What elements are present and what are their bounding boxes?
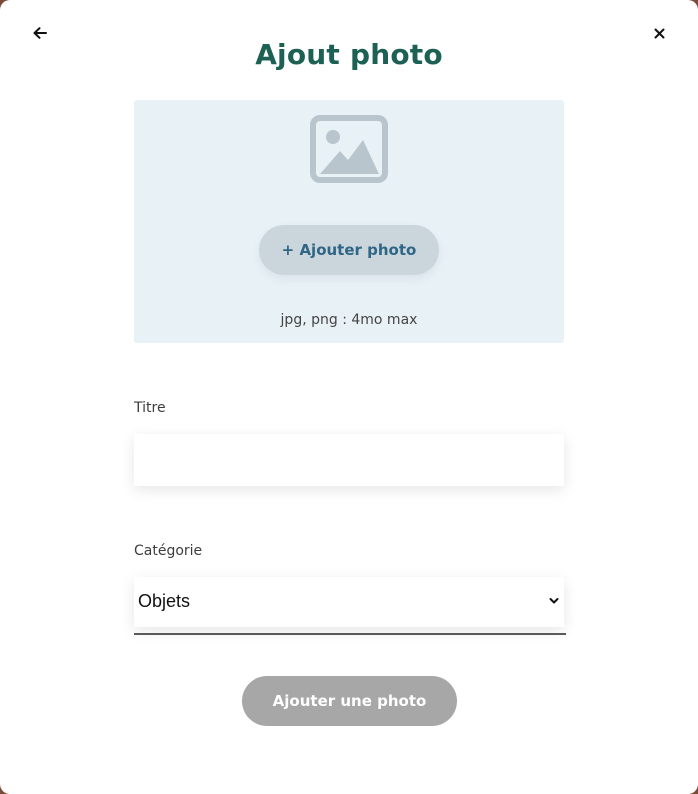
- picture-icon: [310, 115, 388, 183]
- photo-upload-zone[interactable]: + Ajouter photo jpg, png : 4mo max: [134, 100, 564, 343]
- upload-hint: jpg, png : 4mo max: [280, 312, 418, 328]
- submit-photo-button[interactable]: Ajouter une photo: [242, 676, 457, 726]
- add-photo-button[interactable]: + Ajouter photo: [259, 225, 439, 275]
- title-input[interactable]: [134, 434, 564, 486]
- category-select[interactable]: Objets: [134, 577, 564, 627]
- category-selected-value: Objets: [138, 591, 191, 611]
- chevron-down-icon: [549, 598, 559, 604]
- form-divider: [134, 633, 566, 635]
- category-label: Catégorie: [134, 543, 203, 559]
- modal-title: Ajout photo: [255, 38, 443, 71]
- add-photo-modal: Ajout photo + Ajouter photo jpg, png : 4…: [0, 0, 698, 794]
- title-label: Titre: [134, 400, 166, 416]
